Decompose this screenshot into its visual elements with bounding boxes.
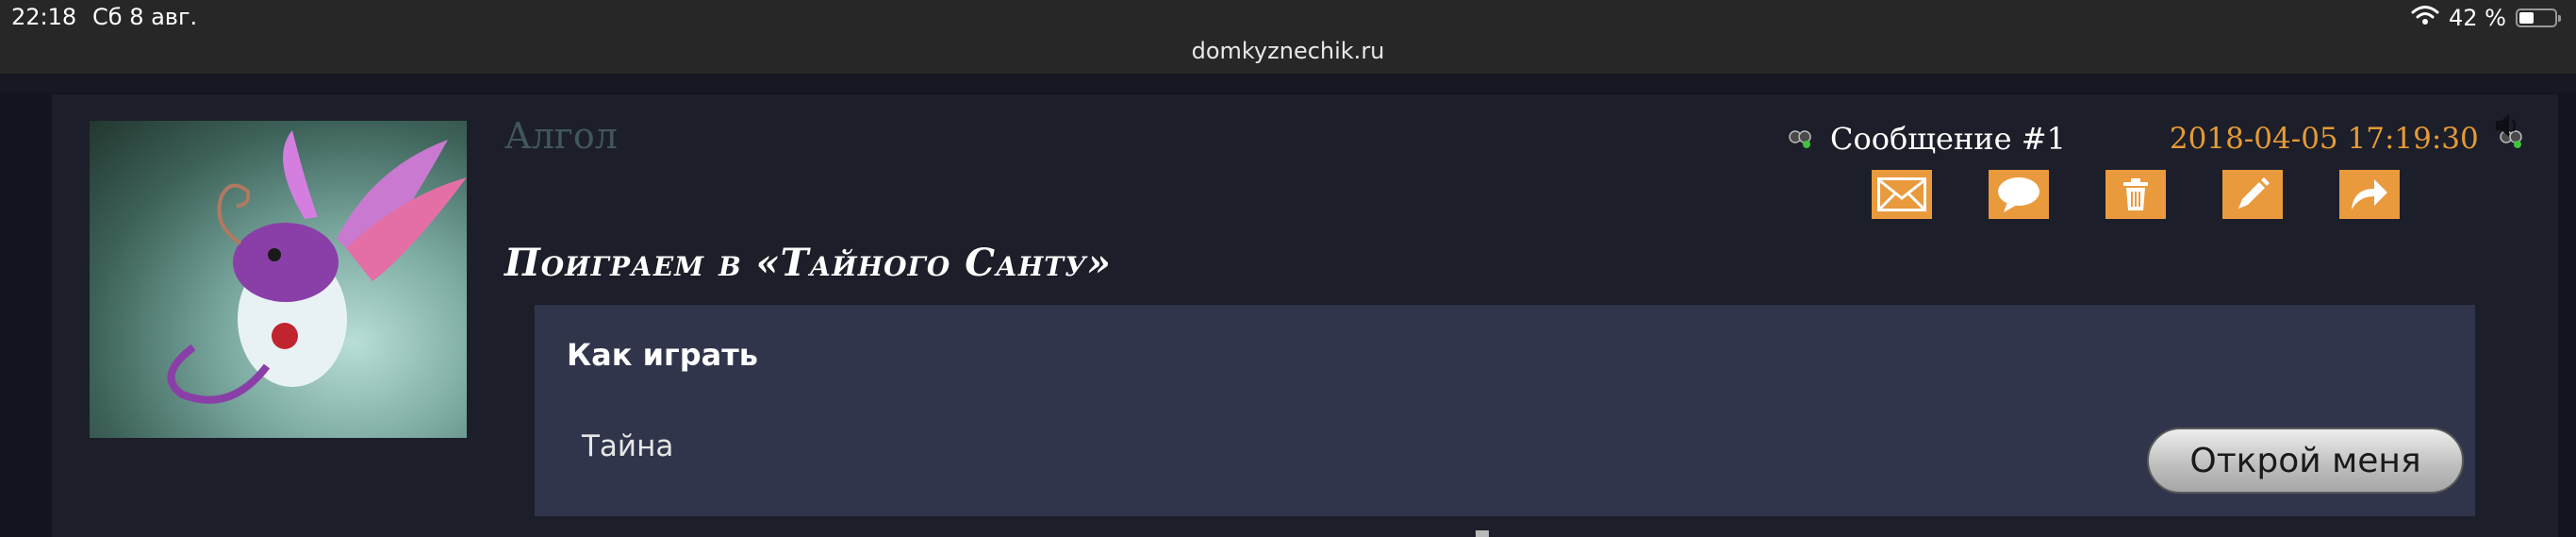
post-title: Поиграем в «Тайного Санту» (504, 241, 1112, 285)
share-post-button[interactable] (2339, 170, 2400, 219)
status-time: 22:18 (11, 4, 77, 30)
status-right: 42 % (2411, 4, 2561, 32)
battery-icon (2516, 8, 2561, 27)
battery-percentage: 42 % (2449, 5, 2506, 31)
open-spoiler-button[interactable]: Открой меня (2147, 428, 2464, 494)
send-message-button[interactable] (1872, 170, 1932, 219)
online-status-icon (1787, 127, 1813, 150)
scroll-indicator (1476, 530, 1489, 537)
url-text: domkyznechik.ru (1191, 38, 1385, 64)
post-author[interactable]: Алгол (504, 115, 618, 157)
avatar[interactable] (90, 121, 467, 438)
delete-post-button[interactable] (2105, 170, 2166, 219)
post-datetime: 2018-04-05 17:19:30 (2169, 122, 2479, 156)
post-actions (1872, 170, 2400, 219)
comment-icon (1998, 177, 2039, 212)
mail-icon (1877, 177, 1926, 211)
spoiler-heading: Как играть (567, 337, 759, 373)
avatar-creature-image (167, 130, 467, 404)
speaker-icon[interactable] (2492, 111, 2520, 143)
trash-icon (2123, 178, 2148, 210)
pencil-icon (2238, 177, 2270, 209)
open-spoiler-button-label: Открой меня (2189, 441, 2421, 480)
edit-post-button[interactable] (2222, 170, 2283, 219)
address-bar[interactable]: domkyznechik.ru (0, 36, 2576, 74)
post-meta: Сообщение #1 2018-04-05 17:19:30 (1787, 118, 2524, 159)
page-top-edge (0, 74, 2576, 92)
wifi-icon (2411, 4, 2439, 32)
spoiler-text: Тайна (582, 429, 674, 463)
forum-post: Алгол Сообщение #1 2018-04-05 17:19:30 П… (52, 94, 2558, 537)
post-number[interactable]: Сообщение #1 (1830, 121, 2066, 157)
status-bar: 22:18 Сб 8 авг. 42 % (0, 0, 2576, 36)
quote-reply-button[interactable] (1989, 170, 2049, 219)
share-arrow-icon (2352, 179, 2387, 210)
spoiler-block: Как играть Тайна Открой меня (535, 305, 2475, 516)
status-date: Сб 8 авг. (92, 4, 198, 30)
